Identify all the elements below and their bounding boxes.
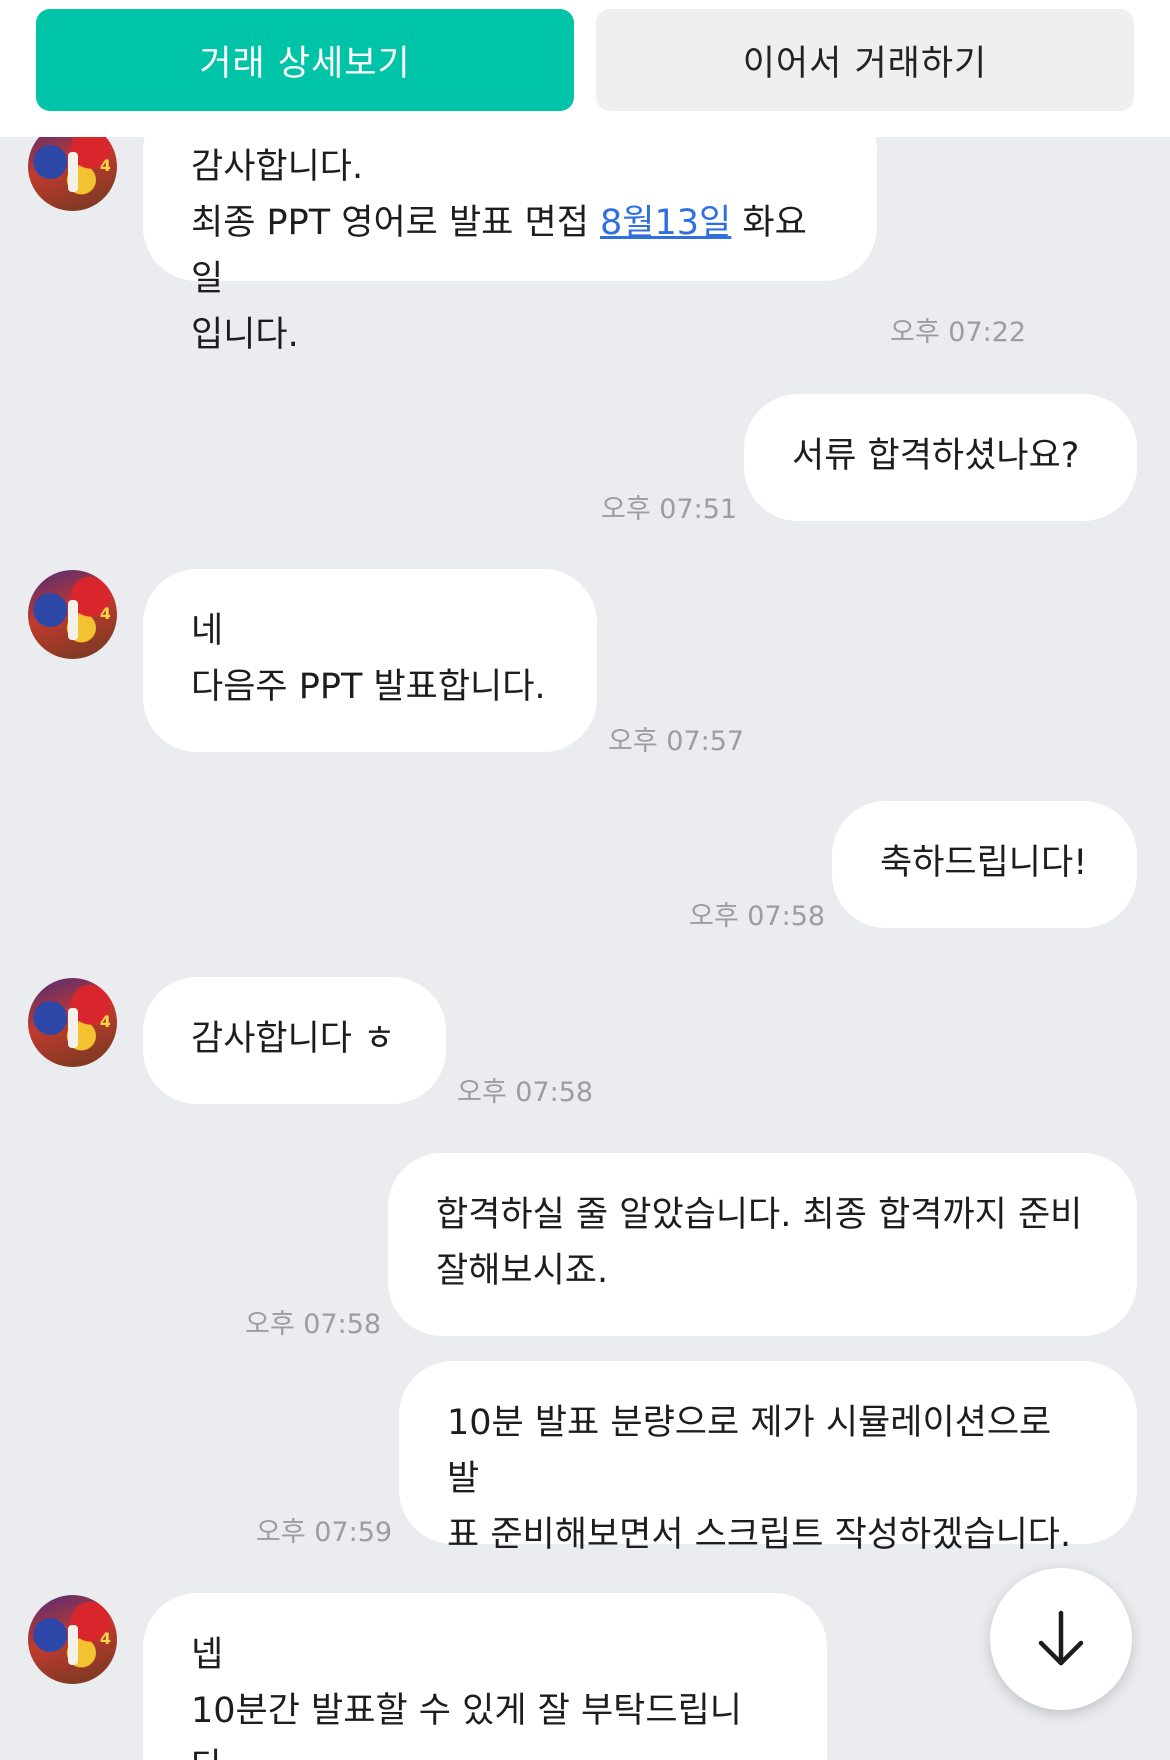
message-timestamp: 오후 07:59 [256, 1517, 393, 1548]
date-link[interactable]: 8월13일 [600, 203, 731, 243]
message-bubble-received: 감사합니다 ㅎ [143, 977, 446, 1104]
message-text: 네 다음주 PPT 발표합니다. [191, 611, 546, 707]
sender-avatar[interactable]: 4 [28, 978, 117, 1067]
scroll-to-bottom-button[interactable] [990, 1568, 1132, 1710]
transaction-detail-button[interactable]: 거래 상세보기 [36, 9, 574, 111]
message-timestamp: 오후 07:58 [245, 1309, 382, 1340]
message-timestamp: 오후 07:58 [689, 901, 826, 932]
sender-avatar[interactable]: 4 [28, 570, 117, 659]
message-bubble-sent: 서류 합격하셨나요? [744, 394, 1137, 521]
message-text: 축하드립니다! [880, 843, 1088, 883]
message-text: 넵 10분간 발표할 수 있게 잘 부탁드립니다. [191, 1635, 742, 1760]
arrow-down-icon [1038, 1610, 1084, 1666]
message-text: 감사합니다 ㅎ [191, 1019, 396, 1059]
message-bubble-received: 네 다음주 PPT 발표합니다. [143, 569, 597, 752]
message-timestamp: 오후 07:57 [608, 726, 745, 757]
sender-avatar[interactable]: 4 [28, 137, 117, 211]
message-bubble-received: 감사합니다. 최종 PPT 영어로 발표 면접 8월13일 화요일 입니다. [143, 137, 877, 355]
message-text: 서류 합격하셨나요? [792, 436, 1080, 476]
message-text: 감사합니다. [191, 147, 364, 187]
chat-message-list[interactable]: 4 감사합니다. 최종 PPT 영어로 발표 면접 8월13일 화요일 입니다.… [0, 137, 1170, 1760]
message-text: 10분 발표 분량으로 제가 시뮬레이션으로 발 표 준비해보면서 스크립트 작… [447, 1403, 1072, 1555]
message-timestamp: 오후 07:58 [457, 1077, 594, 1108]
message-text-segment: 최종 PPT 영어로 발표 면접 [191, 203, 601, 243]
message-timestamp: 오후 07:22 [890, 317, 1027, 348]
message-text: 입니다. [191, 315, 299, 355]
top-action-bar: 거래 상세보기 이어서 거래하기 [0, 0, 1170, 137]
message-bubble-sent: 10분 발표 분량으로 제가 시뮬레이션으로 발 표 준비해보면서 스크립트 작… [399, 1361, 1137, 1555]
sender-avatar[interactable]: 4 [28, 1595, 117, 1684]
message-bubble-received: 넵 10분간 발표할 수 있게 잘 부탁드립니다. [143, 1593, 827, 1760]
continue-transaction-button[interactable]: 이어서 거래하기 [596, 9, 1134, 111]
message-text: 최종 PPT 영어로 발표 면접 8월13일 화요일 [191, 195, 829, 307]
message-bubble-sent: 축하드립니다! [832, 801, 1137, 928]
message-bubble-sent: 합격하실 줄 알았습니다. 최종 합격까지 준비 잘해보시죠. [388, 1153, 1137, 1336]
message-timestamp: 오후 07:51 [601, 494, 738, 525]
message-text: 합격하실 줄 알았습니다. 최종 합격까지 준비 잘해보시죠. [436, 1195, 1083, 1291]
